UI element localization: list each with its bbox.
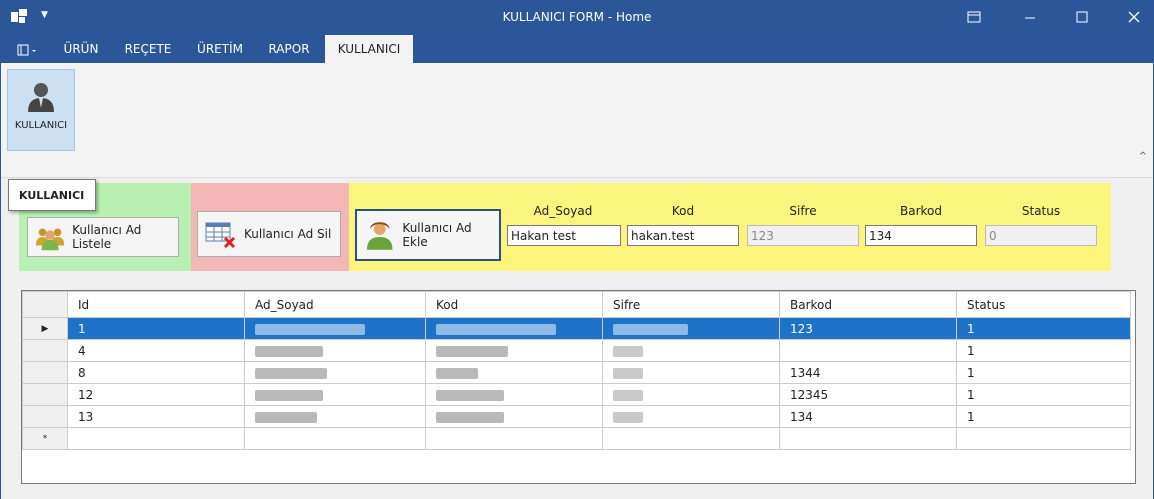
table-delete-icon (205, 222, 236, 249)
cell-barkod[interactable]: 123 (779, 317, 957, 340)
cell-id[interactable]: 1 (67, 317, 245, 340)
minimize-icon[interactable] (1023, 10, 1037, 27)
table-row[interactable]: 13 134 1 (22, 405, 1131, 428)
cell-sifre[interactable] (602, 339, 780, 362)
column-header-kod[interactable]: Kod (425, 291, 603, 318)
row-header (22, 383, 68, 406)
cell-sifre[interactable] (602, 405, 780, 428)
cell-barkod[interactable]: 12345 (779, 383, 957, 406)
table-row-new[interactable]: * (22, 427, 1131, 450)
cell-kod[interactable] (425, 383, 603, 406)
ad-soyad-label: Ad_Soyad (533, 204, 593, 218)
kod-field[interactable]: hakan.test (627, 225, 739, 246)
cell-kod[interactable] (425, 317, 603, 340)
row-header-corner (22, 291, 68, 318)
row-header (22, 339, 68, 362)
tooltip: KULLANICI (8, 179, 96, 211)
tab-urun[interactable]: ÜRÜN (56, 35, 106, 63)
column-header-status[interactable]: Status (956, 291, 1131, 318)
cell-kod[interactable] (425, 427, 603, 450)
cell-barkod[interactable]: 134 (779, 405, 957, 428)
cell-status[interactable]: 1 (956, 383, 1131, 406)
cell-sifre[interactable] (602, 383, 780, 406)
cell-kod[interactable] (425, 361, 603, 384)
column-header-ad-soyad[interactable]: Ad_Soyad (244, 291, 426, 318)
cell-ad-soyad[interactable] (244, 361, 426, 384)
list-users-label: Kullanıcı Ad Listele (72, 223, 142, 251)
ribbon-display-options-icon[interactable] (967, 10, 981, 27)
cell-id[interactable]: 4 (67, 339, 245, 362)
cell-barkod[interactable] (779, 339, 957, 362)
user-icon (28, 83, 54, 112)
users-group-icon (35, 228, 65, 251)
cell-ad-soyad[interactable] (244, 427, 426, 450)
cell-status[interactable]: 1 (956, 339, 1131, 362)
table-row[interactable]: 4 1 (22, 339, 1131, 362)
cell-kod[interactable] (425, 339, 603, 362)
cell-kod[interactable] (425, 405, 603, 428)
cell-id[interactable]: 13 (67, 405, 245, 428)
kullanici-ribbon-button[interactable]: KULLANICI (7, 69, 75, 151)
kullanici-ribbon-label: KULLANICI (14, 120, 68, 131)
column-header-barkod[interactable]: Barkod (779, 291, 957, 318)
current-row-arrow-icon: ▶ (22, 317, 68, 340)
tab-recete[interactable]: REÇETE (116, 35, 180, 63)
cell-status[interactable]: 1 (956, 361, 1131, 384)
barkod-label: Barkod (900, 204, 942, 218)
barkod-field[interactable]: 134 (865, 225, 977, 246)
cell-sifre[interactable] (602, 317, 780, 340)
cell-ad-soyad[interactable] (244, 339, 426, 362)
row-header (22, 405, 68, 428)
ribbon-panel: KULLANICI ^ (1, 63, 1153, 178)
cell-sifre[interactable] (602, 427, 780, 450)
new-row-marker: * (22, 427, 68, 450)
ribbon-tabs: ÜRÜN REÇETE ÜRETİM RAPOR KULLANICI (1, 35, 1153, 63)
cell-status[interactable] (956, 427, 1131, 450)
maximize-icon[interactable] (1075, 10, 1089, 27)
cell-id[interactable] (67, 427, 245, 450)
close-icon[interactable] (1127, 10, 1141, 27)
status-label: Status (1021, 204, 1061, 218)
collapse-ribbon-icon[interactable]: ^ (1139, 151, 1147, 162)
add-panel: Kullanıcı Ad Ekle Ad_Soyad Hakan test Ko… (349, 183, 1111, 271)
main-window: ▼ KULLANICI FORM - Home ÜRÜN REÇETE ÜRET… (0, 0, 1154, 499)
cell-barkod[interactable] (779, 427, 957, 450)
table-row[interactable]: 12 12345 1 (22, 383, 1131, 406)
delete-panel: Kullanıcı Ad Sil (191, 183, 349, 271)
add-user-button[interactable]: Kullanıcı Ad Ekle (355, 209, 501, 261)
list-users-button[interactable]: Kullanıcı Ad Listele (27, 217, 179, 257)
row-header (22, 361, 68, 384)
file-menu-icon[interactable] (9, 35, 45, 63)
tab-rapor[interactable]: RAPOR (259, 35, 319, 63)
sifre-field[interactable]: 123 (747, 225, 859, 246)
kod-label: Kod (671, 204, 695, 218)
tab-kullanici[interactable]: KULLANICI (325, 35, 413, 63)
cell-ad-soyad[interactable] (244, 405, 426, 428)
add-user-label: Kullanıcı Ad Ekle (402, 221, 472, 249)
grid-header: Id Ad_Soyad Kod Sifre Barkod Status (22, 291, 1131, 318)
column-header-sifre[interactable]: Sifre (602, 291, 780, 318)
ad-soyad-field[interactable]: Hakan test (507, 225, 621, 246)
status-field[interactable]: 0 (985, 225, 1097, 246)
users-grid[interactable]: Id Ad_Soyad Kod Sifre Barkod Status ▶ 1 … (21, 290, 1136, 484)
cell-id[interactable]: 12 (67, 383, 245, 406)
delete-user-label: Kullanıcı Ad Sil (244, 227, 332, 241)
cell-sifre[interactable] (602, 361, 780, 384)
user-add-icon (366, 222, 393, 250)
cell-barkod[interactable]: 1344 (779, 361, 957, 384)
table-row[interactable]: 8 1344 1 (22, 361, 1131, 384)
cell-ad-soyad[interactable] (244, 317, 426, 340)
cell-status[interactable]: 1 (956, 405, 1131, 428)
cell-id[interactable]: 8 (67, 361, 245, 384)
delete-user-button[interactable]: Kullanıcı Ad Sil (197, 211, 341, 257)
title-bar: ▼ KULLANICI FORM - Home (1, 1, 1153, 35)
sifre-label: Sifre (789, 204, 817, 218)
cell-status[interactable]: 1 (956, 317, 1131, 340)
column-header-id[interactable]: Id (67, 291, 245, 318)
cell-ad-soyad[interactable] (244, 383, 426, 406)
tab-uretim[interactable]: ÜRETİM (188, 35, 252, 63)
table-row[interactable]: ▶ 1 123 1 (22, 317, 1131, 340)
